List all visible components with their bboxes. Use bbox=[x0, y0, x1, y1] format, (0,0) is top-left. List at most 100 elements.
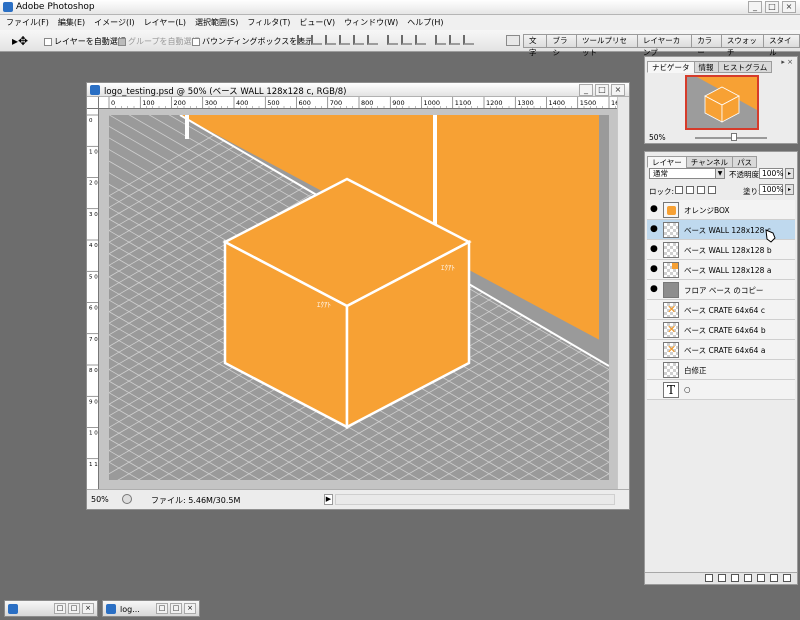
tab-histogram[interactable]: ヒストグラム bbox=[717, 61, 773, 73]
layer-name[interactable]: ベース WALL 128x128 c bbox=[684, 225, 771, 236]
vertical-ruler[interactable]: 0 1 0 0 2 0 0 3 0 0 4 0 0 5 0 0 6 0 0 7 0 0 8 0 … bbox=[87, 109, 99, 491]
layer-style-icon[interactable] bbox=[718, 574, 726, 582]
layer-name[interactable]: フロア ベース のコピー bbox=[684, 285, 763, 296]
well-tab-character[interactable]: 文字 bbox=[523, 34, 548, 57]
close-button[interactable]: × bbox=[184, 603, 196, 614]
distribute-left-icon[interactable] bbox=[435, 35, 446, 45]
layer-row[interactable]: ● オレンジBOX bbox=[647, 200, 795, 220]
document-title-bar[interactable]: logo_testing.psd @ 50% (ベース WALL 128x128… bbox=[87, 83, 629, 97]
layer-row[interactable]: 白修正 bbox=[647, 360, 795, 380]
adjustment-layer-icon[interactable] bbox=[744, 574, 752, 582]
palette-well-icon[interactable] bbox=[506, 35, 520, 46]
maximize-button[interactable]: □ bbox=[765, 1, 779, 13]
navigator-thumbnail[interactable] bbox=[685, 75, 759, 130]
lock-pixels-icon[interactable] bbox=[686, 186, 694, 194]
document-info-icon[interactable] bbox=[122, 494, 132, 504]
menu-layer[interactable]: レイヤー(L) bbox=[144, 17, 186, 28]
layer-name[interactable]: ベース WALL 128x128 a bbox=[684, 265, 771, 276]
layer-name[interactable]: ベース WALL 128x128 b bbox=[684, 245, 772, 256]
distribute-right-icon[interactable] bbox=[463, 35, 474, 45]
distribute-vcenter-icon[interactable] bbox=[401, 35, 412, 45]
eye-hidden-icon[interactable] bbox=[650, 384, 660, 395]
layer-row[interactable]: ベース CRATE 64x64 b bbox=[647, 320, 795, 340]
layer-name[interactable]: ベース CRATE 64x64 c bbox=[684, 305, 765, 316]
close-button[interactable]: × bbox=[82, 603, 94, 614]
show-bounding-box-checkbox[interactable]: バウンディングボックスを表示 bbox=[192, 36, 313, 47]
horizontal-scrollbar[interactable] bbox=[335, 494, 615, 505]
panel-close-icon[interactable]: ▸ × bbox=[781, 58, 793, 66]
well-tab-color[interactable]: カラー bbox=[691, 34, 722, 57]
maximize-button[interactable]: □ bbox=[68, 603, 80, 614]
restore-button[interactable]: □ bbox=[156, 603, 168, 614]
document-close-button[interactable]: × bbox=[611, 84, 625, 96]
eye-hidden-icon[interactable] bbox=[650, 324, 660, 335]
layer-name[interactable]: ○ bbox=[684, 385, 691, 394]
distribute-hcenter-icon[interactable] bbox=[449, 35, 460, 45]
zoom-level[interactable]: 50% bbox=[91, 495, 109, 504]
menu-file[interactable]: ファイル(F) bbox=[6, 17, 49, 28]
tab-info[interactable]: 情報 bbox=[693, 61, 719, 73]
new-group-icon[interactable] bbox=[757, 574, 765, 582]
trash-icon[interactable] bbox=[783, 574, 791, 582]
minimized-window-2[interactable]: log... □ □ × bbox=[102, 600, 200, 617]
menu-image[interactable]: イメージ(I) bbox=[94, 17, 134, 28]
minimized-window-1[interactable]: □ □ × bbox=[4, 600, 98, 617]
lock-transparency-icon[interactable] bbox=[675, 186, 683, 194]
align-right-icon[interactable] bbox=[367, 35, 378, 45]
new-layer-icon[interactable] bbox=[770, 574, 778, 582]
maximize-button[interactable]: □ bbox=[170, 603, 182, 614]
close-button[interactable]: × bbox=[782, 1, 796, 13]
vertical-scrollbar[interactable] bbox=[617, 97, 629, 491]
menu-edit[interactable]: 編集(E) bbox=[58, 17, 85, 28]
document-minimize-button[interactable]: _ bbox=[579, 84, 593, 96]
well-tab-layer-comps[interactable]: レイヤーカンプ bbox=[636, 34, 693, 57]
eye-hidden-icon[interactable] bbox=[650, 304, 660, 315]
well-tab-brushes[interactable]: ブラシ bbox=[546, 34, 578, 57]
distribute-top-icon[interactable] bbox=[387, 35, 398, 45]
menu-window[interactable]: ウィンドウ(W) bbox=[344, 17, 398, 28]
eye-hidden-icon[interactable] bbox=[650, 364, 660, 375]
layer-mask-icon[interactable] bbox=[731, 574, 739, 582]
align-left-icon[interactable] bbox=[339, 35, 350, 45]
well-tab-styles[interactable]: スタイル bbox=[763, 34, 800, 57]
well-tab-tool-presets[interactable]: ツールプリセット bbox=[576, 34, 638, 57]
fill-slider-button[interactable]: ▸ bbox=[785, 184, 794, 195]
navigator-zoom-value[interactable]: 50% bbox=[649, 133, 666, 142]
link-layers-icon[interactable] bbox=[705, 574, 713, 582]
tab-navigator[interactable]: ナビゲータ bbox=[647, 61, 695, 73]
layer-row[interactable]: ● ベース WALL 128x128 a bbox=[647, 260, 795, 280]
eye-icon[interactable]: ● bbox=[650, 224, 660, 235]
eye-icon[interactable]: ● bbox=[650, 284, 660, 295]
move-tool-preset-button[interactable]: ▸✥ bbox=[12, 34, 28, 48]
lock-all-icon[interactable] bbox=[708, 186, 716, 194]
horizontal-ruler[interactable]: 0 100 200 300 400 500 600 700 800 900 1000 1100 1200… bbox=[99, 97, 619, 109]
document-maximize-button[interactable]: □ bbox=[595, 84, 609, 96]
menu-view[interactable]: ビュー(V) bbox=[299, 17, 335, 28]
layer-name[interactable]: ベース CRATE 64x64 a bbox=[684, 345, 765, 356]
eye-icon[interactable]: ● bbox=[650, 264, 660, 275]
canvas-area[interactable]: ｴｸｱﾄ ｴｸｱﾄ bbox=[99, 109, 619, 491]
distribute-bottom-icon[interactable] bbox=[415, 35, 426, 45]
fill-input[interactable]: 100% bbox=[759, 184, 783, 195]
opacity-input[interactable]: 100% bbox=[759, 168, 783, 179]
minimize-button[interactable]: _ bbox=[748, 1, 762, 13]
align-bottom-icon[interactable] bbox=[325, 35, 336, 45]
menu-select[interactable]: 選択範囲(S) bbox=[195, 17, 238, 28]
layer-row[interactable]: ベース CRATE 64x64 a bbox=[647, 340, 795, 360]
ruler-origin[interactable] bbox=[87, 97, 99, 109]
layer-name[interactable]: 白修正 bbox=[684, 365, 707, 376]
opacity-slider-button[interactable]: ▸ bbox=[785, 168, 794, 179]
blend-mode-select[interactable]: 通常 ▼ bbox=[649, 168, 725, 179]
lock-position-icon[interactable] bbox=[697, 186, 705, 194]
eye-icon[interactable]: ● bbox=[650, 204, 660, 215]
align-top-icon[interactable] bbox=[297, 35, 308, 45]
menu-filter[interactable]: フィルタ(T) bbox=[247, 17, 290, 28]
layer-name[interactable]: ベース CRATE 64x64 b bbox=[684, 325, 766, 336]
restore-button[interactable]: □ bbox=[54, 603, 66, 614]
auto-select-layer-checkbox[interactable]: レイヤーを自動選択 bbox=[44, 36, 126, 47]
navigator-zoom-slider-knob[interactable] bbox=[731, 133, 737, 141]
status-menu-arrow-icon[interactable]: ▶ bbox=[324, 494, 333, 505]
eye-icon[interactable]: ● bbox=[650, 244, 660, 255]
document-canvas[interactable]: ｴｸｱﾄ ｴｸｱﾄ bbox=[99, 109, 619, 491]
layer-row[interactable]: ● フロア ベース のコピー bbox=[647, 280, 795, 300]
